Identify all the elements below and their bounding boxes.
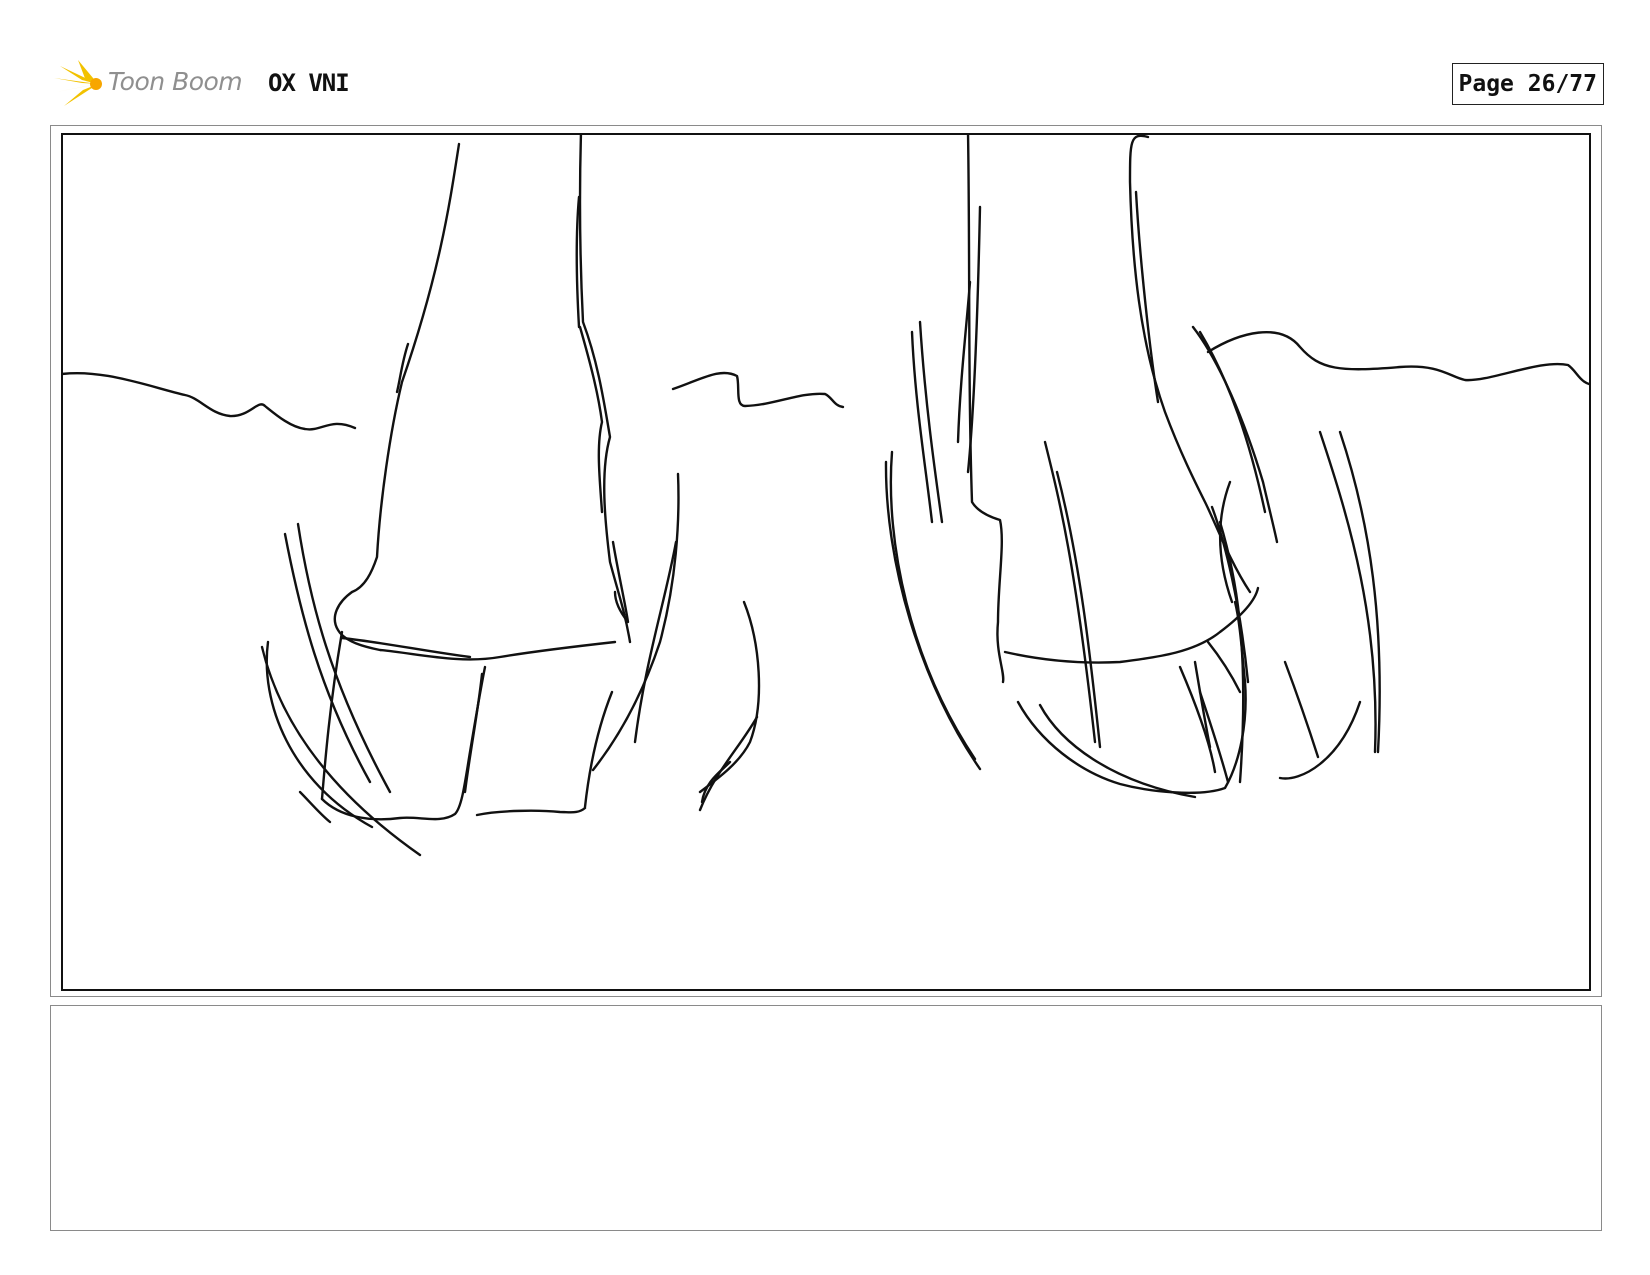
left-hoof-bottom: [320, 665, 487, 821]
horizon-line-left: [63, 371, 357, 431]
storyboard-panel: [61, 133, 1591, 991]
right-hoof-bottom: [1016, 600, 1247, 794]
page-header: Toon Boom OX VNI Page 26/77: [52, 56, 1604, 108]
logo-wordmark: Toon Boom: [108, 67, 243, 96]
project-title: OX VNI: [268, 69, 350, 97]
horizon-line-right: [1206, 331, 1589, 386]
right-hoof-coronet: [1003, 586, 1260, 664]
sunburst-logo-icon: [54, 60, 102, 106]
toon-boom-logo: Toon Boom: [52, 56, 252, 112]
right-leg-rear-edge: [1128, 135, 1252, 594]
panel-sketch: [63, 135, 1589, 857]
page-number-label: Page 26/77: [1451, 63, 1604, 105]
horizon-line-middle: [671, 371, 845, 409]
left-leg-front-edge: [350, 142, 461, 594]
panel-notes-box: [50, 1005, 1602, 1231]
left-hoof-coronet: [333, 590, 617, 661]
left-leg-rear-edge: [578, 135, 632, 644]
